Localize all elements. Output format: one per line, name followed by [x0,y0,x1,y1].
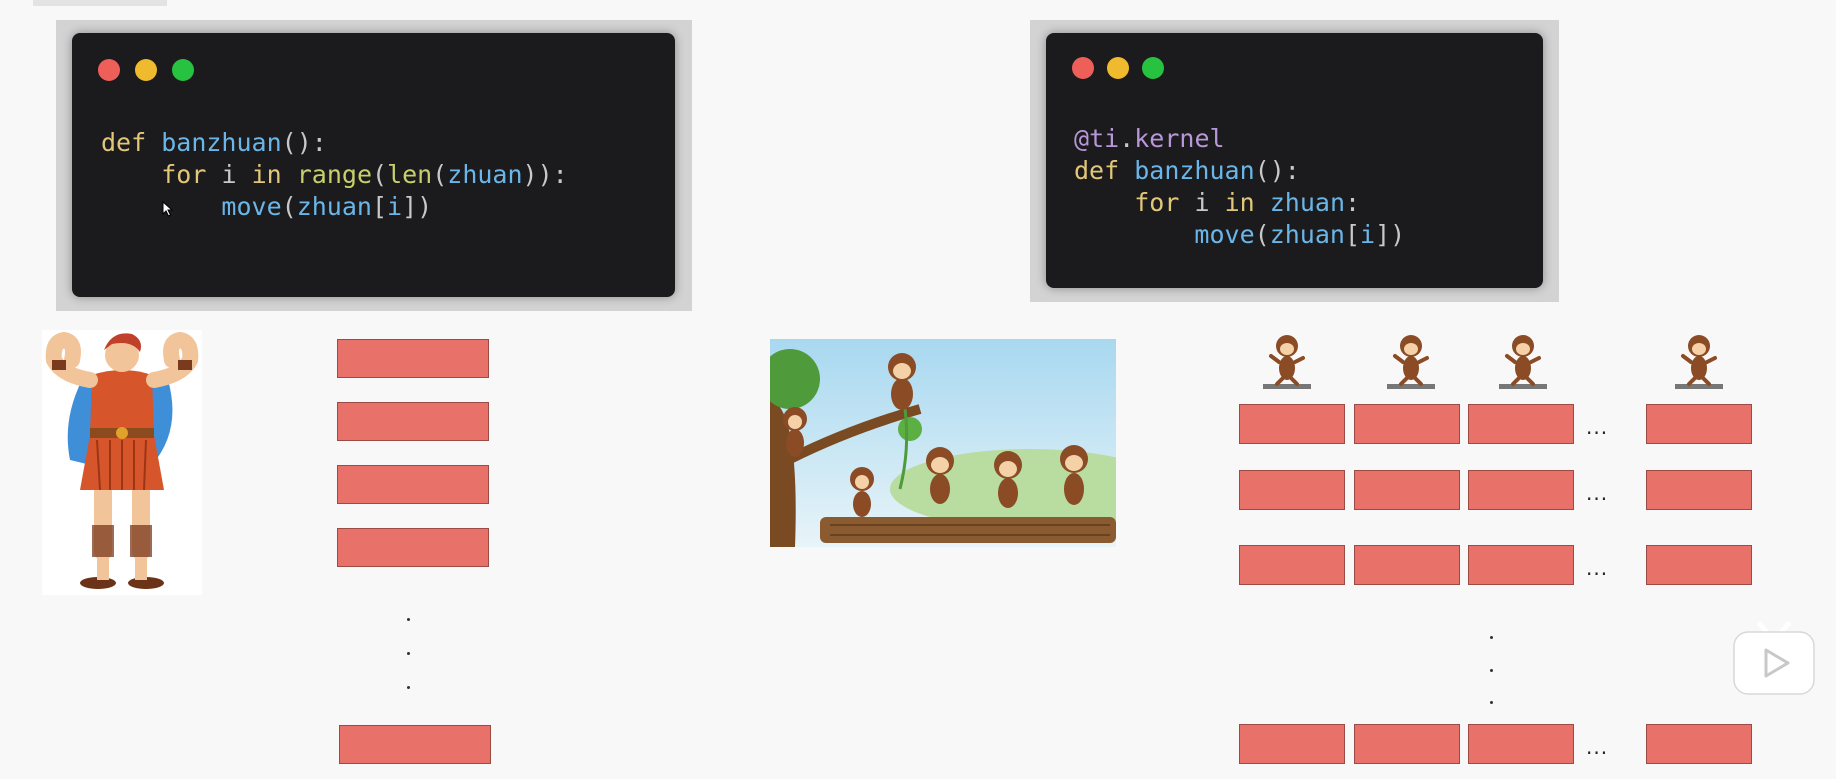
hercules-illustration [42,330,202,595]
code-token: ( [432,160,448,189]
code-token: i [221,160,237,189]
left-code-window: def banzhuan(): for i in range(len(zhuan… [72,33,675,297]
brick [1468,470,1574,510]
monkey-icon [1673,332,1725,392]
brick [339,725,491,764]
code-token: zhuan [447,160,523,189]
brick [1354,724,1460,764]
brick [337,528,489,567]
vertical-ellipsis-dot [407,618,410,621]
code-token: ]) [402,192,433,221]
play-icon [1733,621,1815,695]
code-token: ( [372,160,388,189]
window-close-dot [98,59,120,81]
right-code-block: @ti.kernel def banzhuan(): for i in zhua… [1074,123,1405,251]
brick [337,402,489,441]
code-token: move [221,192,282,221]
code-token: ti [1089,124,1120,153]
brick [1354,404,1460,444]
code-token: banzhuan [1134,156,1255,185]
play-button[interactable] [1732,618,1816,698]
brick [337,339,489,378]
code-token: kernel [1134,124,1225,153]
code-token: for [1134,188,1180,217]
code-token: len [387,160,433,189]
right-code-window: @ti.kernel def banzhuan(): for i in zhua… [1046,33,1543,288]
code-token: move [1194,220,1255,249]
code-token: i [387,192,403,221]
brick [1646,470,1752,510]
vertical-ellipsis-dot [1490,636,1493,639]
code-token: banzhuan [161,128,282,157]
brick [1354,545,1460,585]
code-token: [ [1344,220,1361,249]
brick [1646,404,1752,444]
brick [1468,724,1574,764]
code-token: ( [281,192,297,221]
vertical-ellipsis-dot [407,686,410,689]
code-token: in [1224,188,1255,217]
code-token: )): [522,160,568,189]
window-maximize-dot [1142,57,1164,79]
horizontal-ellipsis: ... [1586,735,1609,759]
code-token: [ [371,192,388,221]
window-maximize-dot [172,59,194,81]
brick [1239,545,1345,585]
brick [1239,724,1345,764]
code-token: in [251,160,282,189]
brick [1646,724,1752,764]
code-token: @ [1074,124,1090,153]
monkey-icon [1497,332,1549,392]
window-minimize-dot [1107,57,1129,79]
code-token: : [1345,188,1361,217]
brick [1468,404,1574,444]
monkey-icon [1261,332,1313,392]
monkeys-scene-icon [770,339,1116,547]
window-close-dot [1072,57,1094,79]
top-tab-stub [33,0,167,6]
code-token: i [1194,188,1210,217]
code-token: . [1119,124,1135,153]
brick [1239,470,1345,510]
code-token: def [101,128,147,157]
strongman-icon [45,331,199,589]
brick [1646,545,1752,585]
window-minimize-dot [135,59,157,81]
code-token: i [1360,220,1376,249]
code-token: range [296,160,372,189]
brick [1468,545,1574,585]
horizontal-ellipsis: ... [1586,556,1609,580]
code-token: (): [281,128,327,157]
code-token: zhuan [296,192,372,221]
horizontal-ellipsis: ... [1586,415,1609,439]
brick [337,465,489,504]
code-token: zhuan [1269,188,1345,217]
code-token: (): [1254,156,1300,185]
brick [1239,404,1345,444]
vertical-ellipsis-dot [1490,701,1493,704]
monkeys-illustration [770,339,1116,547]
code-token: ( [1254,220,1270,249]
code-token: ]) [1375,220,1406,249]
cursor-arrow-icon [162,201,174,217]
horizontal-ellipsis: ... [1586,481,1609,505]
code-token: def [1074,156,1120,185]
vertical-ellipsis-dot [1490,669,1493,672]
vertical-ellipsis-dot [407,652,410,655]
brick [1354,470,1460,510]
code-token: for [161,160,207,189]
code-token: zhuan [1269,220,1345,249]
monkey-icon [1385,332,1437,392]
